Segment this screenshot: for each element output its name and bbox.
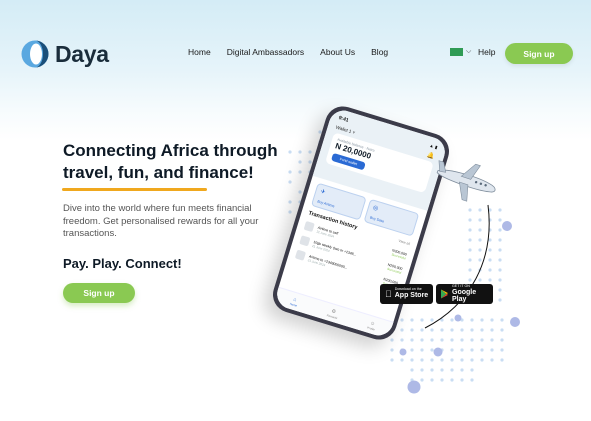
- app-store-badge[interactable]:  Download on the App Store: [380, 284, 434, 304]
- tab-profile[interactable]: ☺ Profile: [367, 319, 378, 331]
- google-play-icon: [441, 289, 449, 299]
- signal-battery-icon: ▲ ▮: [428, 142, 439, 150]
- tab-label: Rewards: [326, 312, 339, 320]
- transaction-icon: [299, 235, 311, 247]
- transaction-right: N200,000Successful: [386, 262, 403, 274]
- google-play-badge[interactable]: GET IT ON Google Play: [436, 284, 493, 304]
- tab-label: Home: [289, 301, 298, 308]
- quick-action-label: Buy Airtime: [316, 199, 335, 209]
- transaction-icon: [303, 220, 315, 233]
- transaction-icon: [294, 249, 307, 261]
- data-icon: ◎: [372, 204, 379, 213]
- transaction-right: N200,000Successful: [391, 248, 407, 260]
- flight-path: [424, 204, 490, 329]
- airtime-icon: ✈: [319, 188, 327, 197]
- tab-home[interactable]: ⌂ Home: [289, 296, 299, 308]
- google-play-big: Google Play: [452, 288, 477, 303]
- app-store-big: App Store: [388, 292, 428, 300]
- view-all-link[interactable]: View all: [398, 239, 411, 246]
- tab-rewards[interactable]: ⚙ Rewards: [326, 307, 339, 320]
- apple-icon: : [385, 289, 392, 299]
- quick-action-label: Buy Data: [369, 215, 385, 224]
- airplane-icon: [436, 160, 496, 202]
